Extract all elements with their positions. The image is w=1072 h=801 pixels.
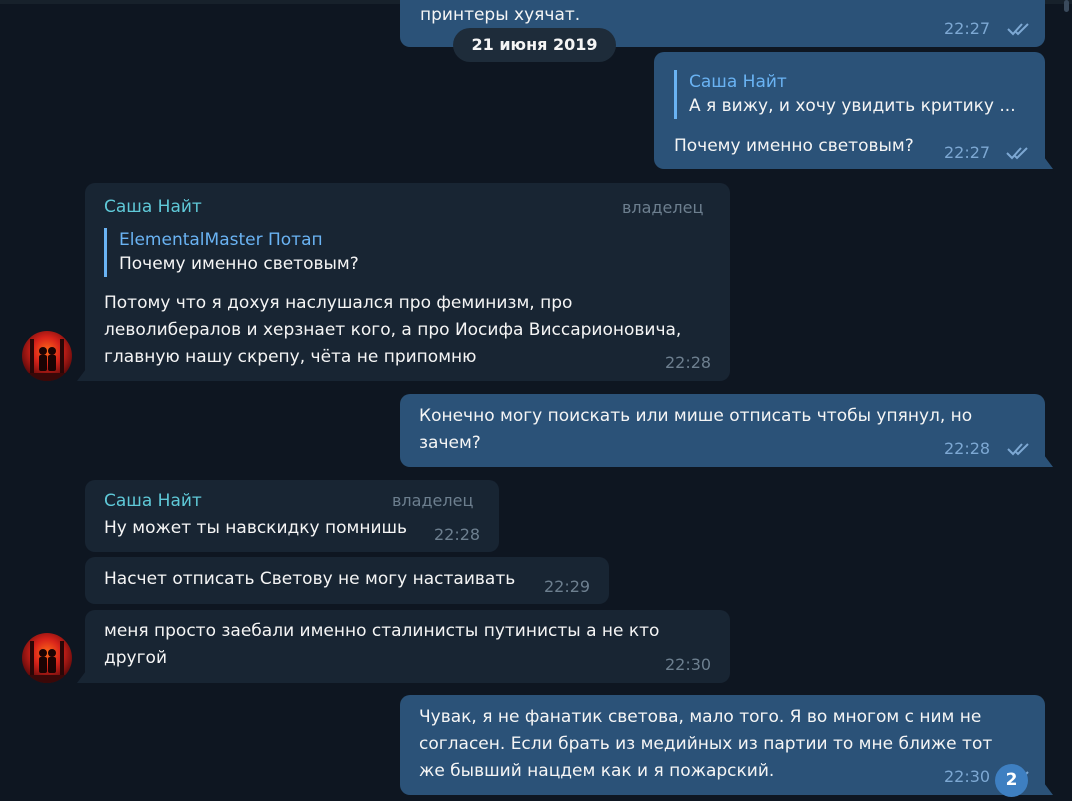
message-text: Конечно могу поискать или мише отписать …	[419, 406, 973, 453]
reply-text: А я вижу, и хочу увидить критику ...	[689, 96, 1016, 116]
scrollbar[interactable]	[1060, 0, 1072, 801]
message-text: принтеры хуячат.	[420, 5, 581, 25]
unread-count-badge[interactable]: 2	[995, 764, 1028, 797]
user-avatar[interactable]	[22, 633, 72, 683]
date-separator: 21 июня 2019	[453, 28, 616, 62]
message-time: 22:30	[944, 767, 991, 786]
reply-quote[interactable]: ElementalMaster Потап Почему именно свет…	[104, 228, 519, 277]
reply-text: Почему именно световым?	[119, 254, 359, 274]
message-text: Чувак, я не фанатик светова, мало того. …	[419, 707, 993, 781]
message-bubble-outgoing[interactable]: Чувак, я не фанатик светова, мало того. …	[400, 695, 1053, 795]
message-text: Насчет отписать Светову не могу настаива…	[104, 569, 516, 589]
scrollbar-thumb[interactable]	[1064, 0, 1069, 12]
role-label: владелец	[392, 491, 474, 510]
user-avatar[interactable]	[22, 331, 72, 381]
sender-name[interactable]: Саша Найт	[104, 489, 202, 513]
message-bubble-incoming[interactable]: Саша Найт владелец ElementalMaster Потап…	[77, 183, 730, 381]
reply-sender-name: Саша Найт	[689, 72, 787, 92]
role-label: владелец	[622, 198, 704, 217]
message-time: 22:29	[544, 577, 591, 596]
message-bubble-incoming[interactable]: Насчет отписать Светову не могу настаива…	[85, 557, 609, 604]
message-bubble-outgoing[interactable]: Конечно могу поискать или мише отписать …	[400, 394, 1053, 467]
double-check-icon	[1007, 443, 1029, 456]
message-time: 22:30	[665, 655, 712, 674]
reply-quote[interactable]: Саша Найт А я вижу, и хочу увидить крити…	[674, 70, 1039, 119]
message-time: 22:28	[434, 525, 481, 544]
message-text: Потому что я дохуя наслушался про фемини…	[104, 293, 682, 367]
message-text: меня просто заебали именно сталинисты пу…	[104, 621, 660, 668]
double-check-icon	[1006, 147, 1028, 160]
message-time: 22:27	[944, 19, 991, 38]
message-time: 22:28	[944, 439, 991, 458]
message-bubble-outgoing[interactable]: Саша Найт А я вижу, и хочу увидить крити…	[654, 52, 1053, 169]
message-bubble-incoming[interactable]: Саша Найт владелец Ну может ты навскидку…	[85, 480, 499, 552]
message-text: Ну может ты навскидку помнишь	[104, 518, 408, 538]
message-time: 22:28	[665, 353, 712, 372]
avatar-silhouette-icon	[22, 641, 72, 683]
double-check-icon	[1007, 23, 1029, 36]
reply-sender-name: ElementalMaster Потап	[119, 230, 323, 250]
avatar-silhouette-icon	[22, 339, 72, 381]
sender-name[interactable]: Саша Найт	[104, 195, 202, 219]
message-time: 22:27	[944, 143, 991, 162]
message-text: Почему именно световым?	[674, 136, 914, 156]
message-bubble-incoming[interactable]: меня просто заебали именно сталинисты пу…	[77, 610, 730, 683]
